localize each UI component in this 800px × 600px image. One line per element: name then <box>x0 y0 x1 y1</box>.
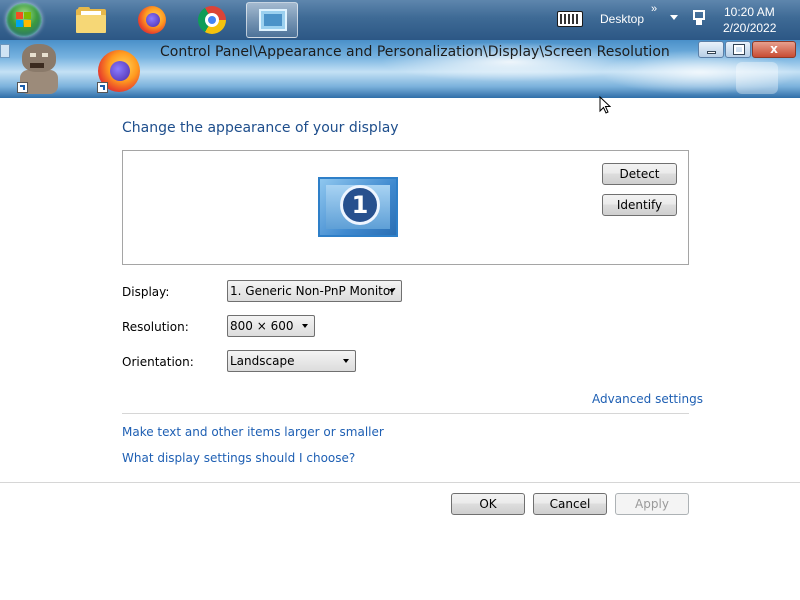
taskbar-chrome-button[interactable] <box>186 2 238 38</box>
display-select-value: 1. Generic Non-PnP Monitor <box>230 284 396 298</box>
dropdown-arrow-icon <box>389 289 395 293</box>
desktop-icon <box>736 62 778 94</box>
display-label: Display: <box>122 285 170 299</box>
orientation-select[interactable]: Landscape <box>227 350 356 372</box>
chevron-down-icon[interactable] <box>670 15 678 20</box>
monitor-1-tile[interactable]: 1 <box>318 177 398 237</box>
cancel-button[interactable]: Cancel <box>533 493 607 515</box>
detect-button[interactable]: Detect <box>602 163 677 185</box>
dropdown-arrow-icon <box>302 324 308 328</box>
network-icon[interactable] <box>691 10 707 28</box>
start-button[interactable] <box>6 3 42 37</box>
advanced-settings-link[interactable]: Advanced settings <box>592 392 703 406</box>
page-title: Change the appearance of your display <box>122 120 399 136</box>
dropdown-arrow-icon <box>343 359 349 363</box>
orientation-select-value: Landscape <box>230 354 295 368</box>
footer-divider <box>0 482 800 483</box>
shortcut-arrow-icon <box>97 82 108 93</box>
display-help-link[interactable]: What display settings should I choose? <box>122 451 355 465</box>
orientation-label: Orientation: <box>122 355 194 369</box>
mouse-cursor-icon <box>599 96 611 114</box>
desktop-toolbar-label[interactable]: Desktop <box>600 12 644 26</box>
maximize-icon <box>733 44 745 55</box>
taskbar: Desktop » 10:20 AM 2/20/2022 <box>0 0 800 41</box>
clock-time[interactable]: 10:20 AM <box>724 5 775 19</box>
resolution-label: Resolution: <box>122 320 189 334</box>
address-bar[interactable]: Control Panel\Appearance and Personaliza… <box>160 44 670 60</box>
ok-button[interactable]: OK <box>451 493 525 515</box>
minimize-button[interactable] <box>698 41 724 58</box>
clock-date[interactable]: 2/20/2022 <box>723 21 776 35</box>
display-settings-icon <box>259 9 287 31</box>
resolution-select-value: 800 × 600 <box>230 319 294 333</box>
identify-button[interactable]: Identify <box>602 194 677 216</box>
close-icon: x <box>770 42 778 56</box>
display-select[interactable]: 1. Generic Non-PnP Monitor <box>227 280 402 302</box>
folder-icon <box>76 7 106 33</box>
resolution-select[interactable]: 800 × 600 <box>227 315 315 337</box>
back-arrow-icon[interactable] <box>0 44 10 58</box>
chevron-right-icon[interactable]: » <box>651 3 657 15</box>
section-divider <box>122 413 689 414</box>
apply-button[interactable]: Apply <box>615 493 689 515</box>
window-titlebar: Control Panel\Appearance and Personaliza… <box>0 40 800 98</box>
shortcut-arrow-icon <box>17 82 28 93</box>
windows-logo-icon <box>16 12 32 28</box>
firefox-icon <box>138 6 166 34</box>
taskbar-explorer-button[interactable] <box>64 2 116 38</box>
text-size-link[interactable]: Make text and other items larger or smal… <box>122 425 384 439</box>
taskbar-firefox-button[interactable] <box>126 2 178 38</box>
taskbar-display-settings-button[interactable] <box>246 2 298 38</box>
maximize-button[interactable] <box>725 41 751 58</box>
chrome-icon <box>198 6 226 34</box>
close-button[interactable]: x <box>752 41 796 58</box>
minimize-icon <box>707 51 716 54</box>
keyboard-icon[interactable] <box>557 11 583 27</box>
monitor-number-badge: 1 <box>340 185 380 225</box>
